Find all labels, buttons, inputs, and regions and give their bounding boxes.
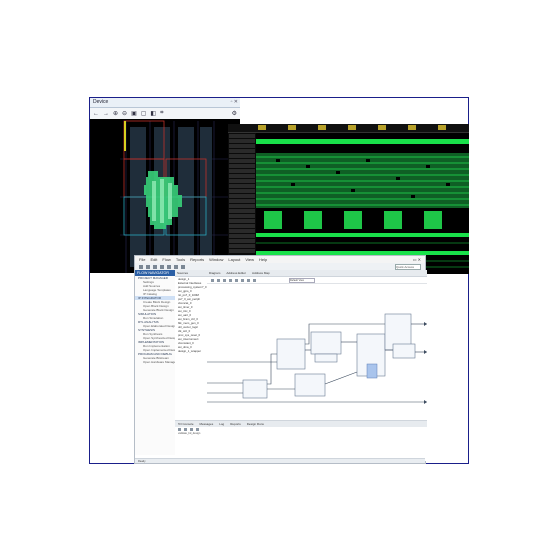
menu-item-flow[interactable]: Flow <box>162 256 170 263</box>
tab-design-runs[interactable]: Design Runs <box>247 421 264 427</box>
signal-name-column[interactable] <box>228 133 256 274</box>
device-window-title: Device <box>93 99 109 105</box>
tab-address-editor[interactable]: Address Editor <box>226 270 246 276</box>
copy-icon[interactable] <box>190 428 193 431</box>
tab-tcl-console[interactable]: Tcl Console <box>178 421 194 427</box>
undo-icon[interactable] <box>160 264 164 269</box>
flow-item[interactable]: Open Hardware Manager <box>135 360 175 364</box>
open-icon[interactable] <box>146 264 150 269</box>
settings-icon[interactable]: ⚙ <box>232 110 240 117</box>
select-icon[interactable]: ◧ <box>150 110 156 117</box>
select-icon[interactable] <box>229 278 232 282</box>
zoom-area-icon[interactable]: ▢ <box>141 110 147 117</box>
validate-icon[interactable] <box>241 278 244 282</box>
menu-bar: File Edit Flow Tools Reports Window Layout View… <box>135 256 425 263</box>
time-marker[interactable] <box>348 125 356 130</box>
save-icon[interactable] <box>153 264 157 269</box>
time-marker[interactable] <box>378 125 386 130</box>
time-marker[interactable] <box>408 125 416 130</box>
add-ip-icon[interactable] <box>235 278 238 282</box>
waveform-timeline[interactable] <box>228 124 469 133</box>
forward-icon[interactable]: → <box>103 111 109 117</box>
run-icon[interactable] <box>174 264 178 269</box>
zoom-fit-icon[interactable] <box>223 278 226 282</box>
zoom-out-icon[interactable]: ⊖ <box>122 110 127 117</box>
block-diagram-canvas[interactable] <box>207 284 427 422</box>
sources-title: Sources <box>175 270 207 277</box>
selected-block[interactable] <box>366 363 378 379</box>
zoom-out-icon[interactable] <box>217 278 220 282</box>
time-marker[interactable] <box>258 125 266 130</box>
redo-icon[interactable] <box>167 264 171 269</box>
menu-item-file[interactable]: File <box>139 256 145 263</box>
menu-item-window[interactable]: Window <box>209 256 223 263</box>
status-bar: Ready <box>135 458 425 463</box>
tcl-console: Tcl Console Messages Log Reports Design … <box>175 420 427 461</box>
route-icon[interactable]: ⌗ <box>160 110 163 117</box>
zoom-fit-icon[interactable]: ▣ <box>131 110 137 117</box>
device-titlebar: Device ▫ ✕ <box>90 98 240 108</box>
time-marker[interactable] <box>318 125 326 130</box>
diagram-tabs: Diagram Address Editor Address Map <box>207 270 427 277</box>
refresh-icon[interactable] <box>253 278 256 282</box>
window-title-label: ▭ ✕ <box>412 257 421 262</box>
source-item[interactable]: design_1_wrapper <box>175 349 207 353</box>
quick-access-search[interactable]: Quick Access <box>395 263 421 270</box>
tab-messages[interactable]: Messages <box>200 421 214 427</box>
device-floorplan-canvas[interactable] <box>90 119 240 273</box>
menu-item-reports[interactable]: Reports <box>190 256 204 263</box>
console-line: validate_bd_design <box>178 432 201 435</box>
tab-log[interactable]: Log <box>219 421 224 427</box>
stop-icon[interactable] <box>181 264 185 269</box>
tab-diagram[interactable]: Diagram <box>209 270 220 276</box>
diagram-toolbar: Default View <box>207 277 427 284</box>
view-selector[interactable]: Default View <box>289 277 315 283</box>
flow-navigator: FLOW NAVIGATOR PROJECT MANAGER Settings Ad… <box>135 270 176 455</box>
menu-item-help[interactable]: Help <box>259 256 267 263</box>
menu-item-tools[interactable]: Tools <box>176 256 185 263</box>
vivado-main-window: File Edit Flow Tools Reports Window Layout View… <box>134 255 427 464</box>
search-icon[interactable] <box>178 428 181 431</box>
window-controls-icon[interactable]: ▫ ✕ <box>231 98 240 107</box>
zoom-in-icon[interactable] <box>211 278 214 282</box>
device-window: Device ▫ ✕ ← → ⊕ ⊖ ▣ ▢ ◧ ⌗ ⚙ <box>90 98 240 273</box>
pause-icon[interactable] <box>196 428 199 431</box>
block-design-panel: Diagram Address Editor Address Map Defau… <box>207 270 427 420</box>
tab-reports[interactable]: Reports <box>230 421 241 427</box>
waveform-window <box>228 124 469 274</box>
zoom-in-icon[interactable]: ⊕ <box>113 110 118 117</box>
new-icon[interactable] <box>139 264 143 269</box>
waveform-plot[interactable] <box>256 133 469 274</box>
clear-icon[interactable] <box>184 428 187 431</box>
menu-item-edit[interactable]: Edit <box>150 256 157 263</box>
menu-item-layout[interactable]: Layout <box>228 256 240 263</box>
menu-item-view[interactable]: View <box>245 256 254 263</box>
back-icon[interactable]: ← <box>93 111 99 117</box>
time-marker[interactable] <box>438 125 446 130</box>
time-marker[interactable] <box>288 125 296 130</box>
sources-panel: Sources design_1 External Interfaces proce… <box>175 270 208 420</box>
regenerate-icon[interactable] <box>247 278 250 282</box>
tab-address-map[interactable]: Address Map <box>252 270 270 276</box>
